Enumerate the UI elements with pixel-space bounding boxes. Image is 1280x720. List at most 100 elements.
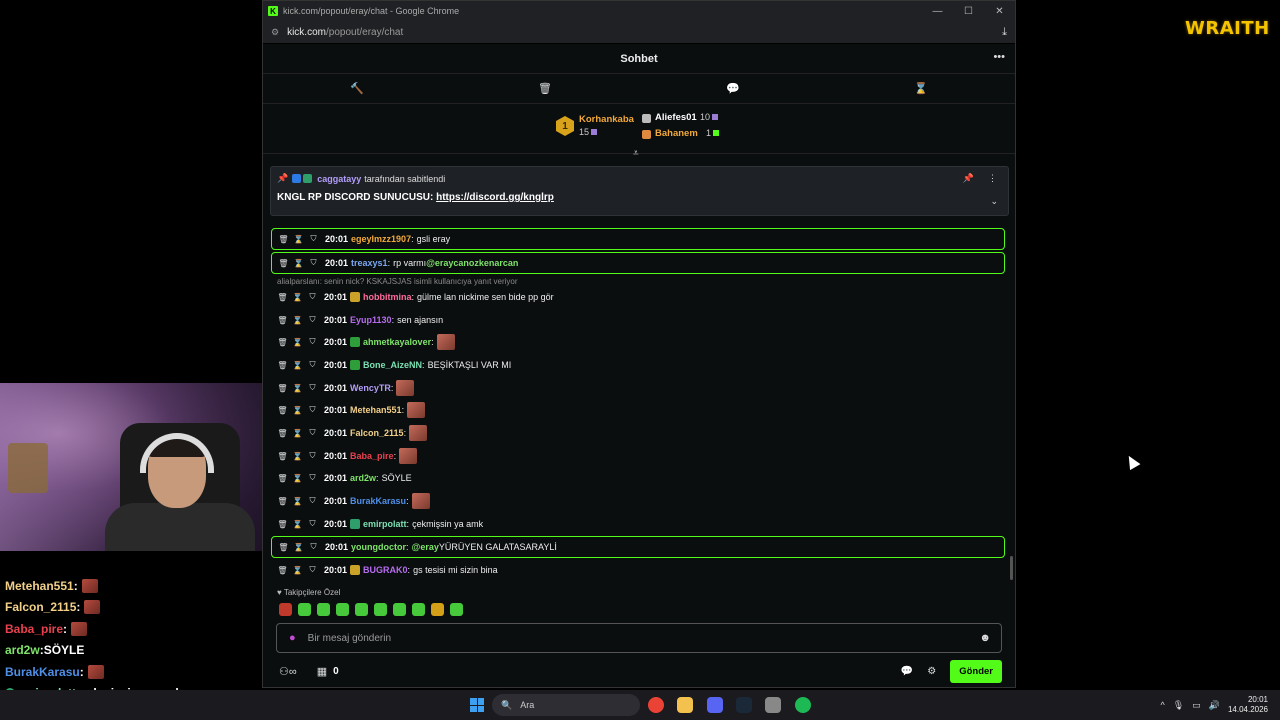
address-bar[interactable]: ⚙ kick.com/popout/eray/chat ⤓ xyxy=(263,21,1015,44)
chat-message[interactable]: 🗑 ⌛ ⛉ 20:01 youngdoctor: @eray YÜRÜYEN GALATA… xyxy=(271,536,1005,558)
shield-icon[interactable]: ⛉ xyxy=(305,315,320,325)
emote-image[interactable] xyxy=(396,380,415,396)
shield-icon[interactable]: ⛉ xyxy=(305,360,320,370)
delete-message-icon[interactable]: 🗑 xyxy=(276,543,291,552)
clock[interactable]: 20:01 14.04.2026 xyxy=(1228,695,1268,715)
taskbar-search[interactable]: 🔍 Ara xyxy=(492,694,640,716)
chat-message[interactable]: 🗑 ⌛ ⛉ 20:01 Eyup1130: sen ajansın xyxy=(275,310,443,330)
close-window-button[interactable]: ✕ xyxy=(984,6,1015,17)
gear-icon[interactable]: ⚙ xyxy=(927,666,936,677)
emote-image[interactable] xyxy=(409,425,428,441)
delete-message-icon[interactable]: 🗑 xyxy=(275,338,290,347)
timeout-icon[interactable]: ⌛ xyxy=(290,474,305,483)
message-username[interactable]: Bone_AizeNN xyxy=(363,360,422,370)
discord-link[interactable]: https://discord.gg/knglrp xyxy=(436,192,554,203)
shield-icon[interactable]: ⛉ xyxy=(306,234,321,244)
chat-message[interactable]: 🗑 ⌛ ⛉ 20:01 BurakKarasu: xyxy=(275,491,430,511)
message-username[interactable]: BurakKarasu xyxy=(350,496,406,506)
chevron-up-icon[interactable]: ^ xyxy=(1161,700,1165,710)
emote-icon[interactable] xyxy=(393,603,406,616)
app-icon[interactable] xyxy=(765,697,781,713)
timeout-icon[interactable]: ⌛ xyxy=(290,361,305,370)
message-username[interactable]: ahmetkayalover xyxy=(363,337,431,347)
chat-message[interactable]: 🗑 ⌛ ⛉ 20:01 emirpolatt: çekmişsin ya amk xyxy=(275,514,483,534)
chat-message[interactable]: 🗑 ⌛ ⛉ 20:01 ahmetkayalover: xyxy=(275,332,455,352)
chat-message[interactable]: 🗑 ⌛ ⛉ 20:01 Baba_pire: xyxy=(275,446,418,466)
microphone-icon[interactable]: ● xyxy=(289,632,296,644)
network-icon[interactable]: ▭ xyxy=(1192,700,1201,711)
emote-icon[interactable] xyxy=(336,603,349,616)
shield-icon[interactable]: ⛉ xyxy=(305,405,320,415)
chat-bubble-icon[interactable]: 💬 xyxy=(723,82,743,95)
microphone-tray-icon[interactable]: 🎙 xyxy=(1173,700,1184,711)
chat-message[interactable]: 🗑 ⌛ ⛉ 20:01 Metehan551: xyxy=(275,400,426,420)
gift-box-icon[interactable]: ▦ xyxy=(317,665,327,678)
mention[interactable]: @eraycanozkenarcan xyxy=(426,258,518,268)
file-explorer-icon[interactable] xyxy=(677,697,693,713)
emote-icon[interactable] xyxy=(279,603,292,616)
message-username[interactable]: Eyup1130 xyxy=(350,315,392,325)
chat-message[interactable]: 🗑 ⌛ ⛉ 20:01 WencyTR: xyxy=(275,378,415,398)
message-username[interactable]: Falcon_2115 xyxy=(350,428,404,438)
chat-message[interactable]: 🗑 ⌛ ⛉ 20:01 Bone_AizeNN: BEŞİKTAŞLI VAR MI xyxy=(275,355,511,375)
message-username[interactable]: Baba_pire xyxy=(350,451,394,461)
emote-icon[interactable] xyxy=(450,603,463,616)
delete-message-icon[interactable]: 🗑 xyxy=(275,520,290,529)
hourglass-icon[interactable]: ⌛ xyxy=(911,82,931,95)
delete-message-icon[interactable]: 🗑 xyxy=(275,452,290,461)
chat-scrollbar[interactable] xyxy=(1010,556,1013,580)
emote-icon[interactable] xyxy=(298,603,311,616)
emote-icon[interactable] xyxy=(374,603,387,616)
chevron-down-icon[interactable]: ⌄ xyxy=(990,196,998,207)
chat-messages[interactable]: alialparslanı: senin nick? KSKAJSJAS isi… xyxy=(263,164,1015,584)
delete-message-icon[interactable]: 🗑 xyxy=(275,497,290,506)
timeout-icon[interactable]: ⌛ xyxy=(291,543,306,552)
infinity-points-icon[interactable]: ⚇∞ xyxy=(279,665,297,678)
delete-message-icon[interactable]: 🗑 xyxy=(275,566,290,575)
chat-message[interactable]: 🗑 ⌛ ⛉ 20:01 Falcon_2115: xyxy=(275,423,428,443)
delete-message-icon[interactable]: 🗑 xyxy=(275,384,290,393)
delete-message-icon[interactable]: 🗑 xyxy=(275,293,290,302)
shield-icon[interactable]: ⛉ xyxy=(305,565,320,575)
timeout-icon[interactable]: ⌛ xyxy=(290,406,305,415)
message-username[interactable]: Metehan551 xyxy=(350,405,402,415)
emote-image[interactable] xyxy=(436,334,455,350)
timeout-icon[interactable]: ⌛ xyxy=(290,429,305,438)
emote-image[interactable] xyxy=(407,402,426,418)
shield-icon[interactable]: ⛉ xyxy=(305,428,320,438)
chat-message[interactable]: 🗑 ⌛ ⛉ 20:01 treaxys1: rp varmı @eraycanozkena… xyxy=(271,252,1005,274)
timeout-icon[interactable]: ⌛ xyxy=(290,566,305,575)
shield-icon[interactable]: ⛉ xyxy=(305,451,320,461)
windows-start-icon[interactable] xyxy=(470,698,484,712)
maximize-button[interactable]: ☐ xyxy=(953,6,984,17)
delete-message-icon[interactable]: 🗑 xyxy=(275,406,290,415)
delete-message-icon[interactable]: 🗑 xyxy=(276,259,291,268)
emote-icon[interactable] xyxy=(355,603,368,616)
shield-icon[interactable]: ⛉ xyxy=(305,519,320,529)
chat-message[interactable]: 🗑 ⌛ ⛉ 20:01 hobbitmina: gülme lan nickime sen… xyxy=(275,287,554,307)
timeout-icon[interactable]: ⌛ xyxy=(290,338,305,347)
message-username[interactable]: treaxys1 xyxy=(351,258,388,268)
leader-second-name[interactable]: Aliefes01 xyxy=(655,112,697,123)
pinned-more-icon[interactable]: ⋮ xyxy=(988,173,997,184)
unpin-icon[interactable]: 📌 xyxy=(963,173,974,184)
chat-message[interactable]: 🗑 ⌛ ⛉ 20:01 egeyImzz1907: gsli eray xyxy=(271,228,1005,250)
delete-message-icon[interactable]: 🗑 xyxy=(276,235,291,244)
site-info-icon[interactable]: ⚙ xyxy=(271,27,279,38)
delete-message-icon[interactable]: 🗑 xyxy=(275,316,290,325)
timeout-icon[interactable]: ⌛ xyxy=(290,384,305,393)
emote-icon[interactable] xyxy=(412,603,425,616)
collapse-leaderboard-icon[interactable]: ⩡ xyxy=(633,148,639,159)
message-username[interactable]: egeyImzz1907 xyxy=(351,234,411,244)
shield-icon[interactable]: ⛉ xyxy=(305,496,320,506)
message-username[interactable]: ard2w xyxy=(350,473,376,483)
shield-icon[interactable]: ⛉ xyxy=(306,258,321,268)
delete-message-icon[interactable]: 🗑 xyxy=(275,361,290,370)
message-username[interactable]: hobbitmina xyxy=(363,292,412,302)
send-button[interactable]: Gönder xyxy=(950,659,1002,683)
chrome-icon[interactable] xyxy=(648,697,664,713)
timeout-icon[interactable]: ⌛ xyxy=(290,497,305,506)
message-username[interactable]: emirpolatt xyxy=(363,519,407,529)
emote-image[interactable] xyxy=(399,448,418,464)
shield-icon[interactable]: ⛉ xyxy=(306,542,321,552)
